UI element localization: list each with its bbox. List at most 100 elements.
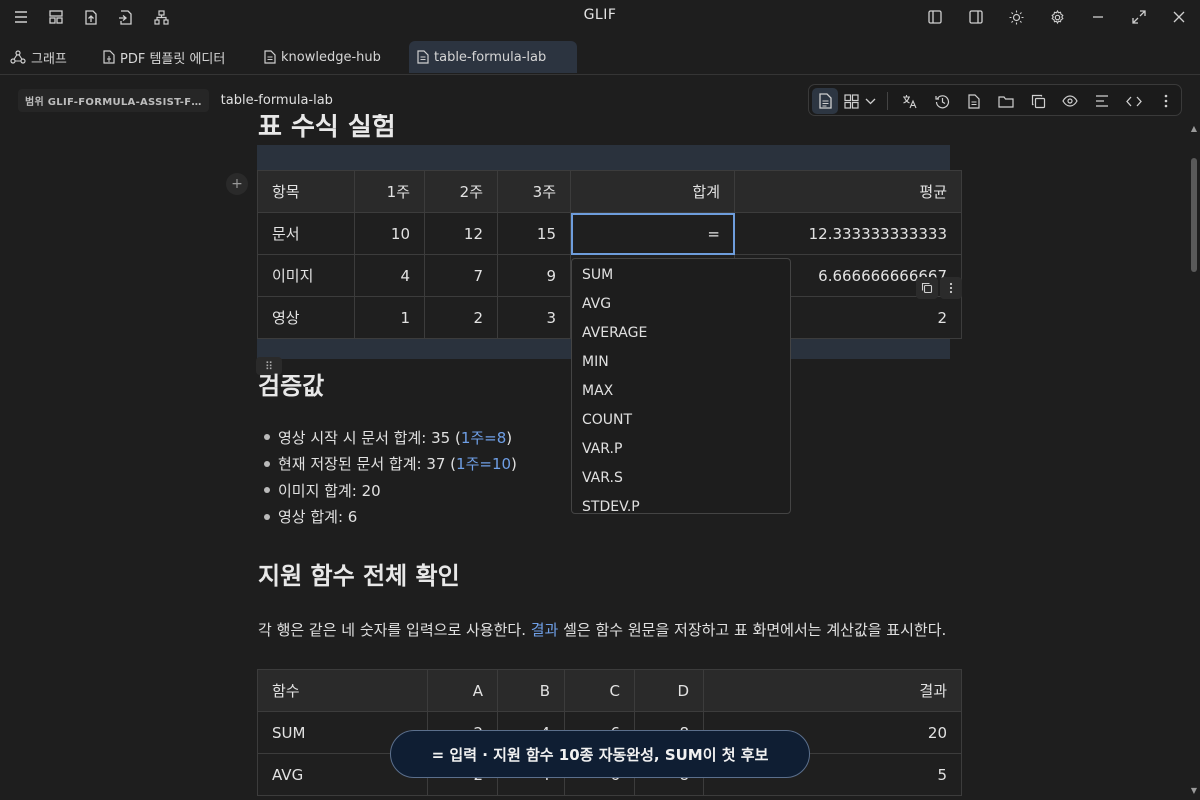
more-icon[interactable] xyxy=(1153,88,1179,114)
table-header-cell[interactable]: 1주 xyxy=(354,170,425,213)
tab-graph[interactable]: 그래프 xyxy=(2,41,75,73)
breadcrumb-scope[interactable]: 범위 GLIF-FORMULA-ASSIST-F… xyxy=(18,88,209,112)
list-item: 영상 시작 시 문서 합계: 35 (1주=8) xyxy=(258,424,517,451)
status-toast: = 입력 · 지원 함수 10종 자동완성, SUM이 첫 후보 xyxy=(390,730,810,778)
left-panel-icon[interactable] xyxy=(925,7,945,27)
autocomplete-item[interactable]: COUNT xyxy=(572,406,790,435)
chevron-down-icon[interactable] xyxy=(860,88,880,114)
table-cell[interactable]: 문서 xyxy=(257,212,355,255)
tab-label: knowledge-hub xyxy=(281,49,381,65)
tab-strip: 그래프 PDF 템플릿 에디터 knowledge-hub table-form… xyxy=(0,34,1200,75)
minimize-icon[interactable] xyxy=(1088,7,1108,27)
scrollbar-thumb[interactable] xyxy=(1191,158,1197,272)
tab-label: PDF 템플릿 에디터 xyxy=(120,51,226,67)
maximize-icon[interactable] xyxy=(1129,7,1149,27)
formula-autocomplete: SUM AVG AVERAGE MIN MAX COUNT VAR.P VAR.… xyxy=(571,258,791,514)
bullet-icon xyxy=(264,487,270,494)
breadcrumb-page[interactable]: table-formula-lab xyxy=(221,93,333,108)
verify-list: 영상 시작 시 문서 합계: 35 (1주=8) 현재 저장된 문서 합계: 3… xyxy=(258,424,517,530)
page-title: 표 수식 실험 xyxy=(258,112,396,142)
close-icon[interactable] xyxy=(1169,7,1189,27)
table-cell[interactable]: 7 xyxy=(424,254,498,297)
translate-icon[interactable] xyxy=(897,88,923,114)
table-header-cell[interactable]: D xyxy=(634,669,704,712)
table-cell[interactable]: 9 xyxy=(497,254,571,297)
list-item-text: 현재 저장된 문서 합계: 37 ( xyxy=(278,455,457,474)
table-header-row: 함수 A B C D 결과 xyxy=(257,669,962,712)
table-cell[interactable]: 1 xyxy=(354,296,425,339)
copy-icon[interactable] xyxy=(1025,88,1051,114)
paragraph-text: 셀은 함수 원문을 저장하고 표 화면에서는 계산값을 표시한다. xyxy=(558,621,947,639)
table-cell[interactable]: 4 xyxy=(354,254,425,297)
list-item: 이미지 합계: 20 xyxy=(258,477,517,504)
list-item-text: ) xyxy=(511,455,517,474)
page-icon[interactable] xyxy=(961,88,987,114)
document-icon xyxy=(417,50,429,64)
breadcrumb: 범위 GLIF-FORMULA-ASSIST-F… table-formula-… xyxy=(18,88,333,112)
editor-toolbar xyxy=(808,84,1182,116)
table-cell[interactable]: 3 xyxy=(497,296,571,339)
document-view-icon[interactable] xyxy=(812,88,838,114)
title-bar: GLIF xyxy=(0,0,1200,34)
eye-icon[interactable] xyxy=(1057,88,1083,114)
tab-pdf-template-editor[interactable]: PDF 템플릿 에디터 xyxy=(95,41,233,73)
autocomplete-item[interactable]: SUM xyxy=(572,261,790,290)
inline-link[interactable]: 결과 xyxy=(531,621,559,639)
section-heading: 검증값 xyxy=(258,372,325,400)
autocomplete-item[interactable]: VAR.P xyxy=(572,435,790,464)
paragraph-text: 각 행은 같은 네 숫자를 입력으로 사용한다. xyxy=(258,621,531,639)
table-header-cell[interactable]: A xyxy=(427,669,498,712)
inline-link[interactable]: 1주=10 xyxy=(456,455,511,473)
copy-icon[interactable] xyxy=(916,277,938,299)
scroll-up-icon[interactable]: ▲ xyxy=(1189,124,1199,136)
table-cell[interactable]: 15 xyxy=(497,212,571,255)
right-panel-icon[interactable] xyxy=(966,7,986,27)
bullet-icon xyxy=(264,434,270,441)
more-icon[interactable] xyxy=(940,277,962,299)
cell-toolbar xyxy=(916,277,962,299)
table-header-cell[interactable]: 합계 xyxy=(570,170,735,213)
add-row-button[interactable]: + xyxy=(226,173,248,195)
table-cell[interactable]: 영상 xyxy=(257,296,355,339)
table-header-cell[interactable]: 항목 xyxy=(257,170,355,213)
table-cell[interactable]: 12 xyxy=(424,212,498,255)
autocomplete-item[interactable]: AVG xyxy=(572,290,790,319)
code-icon[interactable] xyxy=(1121,88,1147,114)
section-heading: 지원 함수 전체 확인 xyxy=(258,562,460,590)
inline-link[interactable]: 1주=8 xyxy=(461,429,506,447)
table-header-cell[interactable]: 함수 xyxy=(257,669,428,712)
table-cell[interactable]: 이미지 xyxy=(257,254,355,297)
list-item-text: 영상 합계: 6 xyxy=(278,508,358,527)
autocomplete-item[interactable]: MIN xyxy=(572,348,790,377)
toolbar-divider xyxy=(887,92,888,110)
table-header-cell[interactable]: B xyxy=(497,669,565,712)
active-formula-cell[interactable]: = xyxy=(570,212,735,255)
bullet-icon xyxy=(264,513,270,520)
gear-icon[interactable] xyxy=(1047,7,1067,27)
table-header-cell[interactable]: 결과 xyxy=(703,669,962,712)
table-cell[interactable]: 10 xyxy=(354,212,425,255)
table-cell[interactable]: 12.333333333333 xyxy=(734,212,962,255)
tab-label: 그래프 xyxy=(31,51,67,67)
file-icon xyxy=(103,50,115,64)
list-item-text: ) xyxy=(506,428,513,447)
sun-icon[interactable] xyxy=(1006,7,1026,27)
align-icon[interactable] xyxy=(1089,88,1115,114)
table-header-cell[interactable]: 3주 xyxy=(497,170,571,213)
autocomplete-item[interactable]: VAR.S xyxy=(572,464,790,493)
tab-label: table-formula-lab xyxy=(434,49,547,65)
table-cell[interactable]: 2 xyxy=(424,296,498,339)
autocomplete-item[interactable]: STDEV.P xyxy=(572,493,790,513)
autocomplete-item[interactable]: AVERAGE xyxy=(572,319,790,348)
tab-knowledge-hub[interactable]: knowledge-hub xyxy=(256,41,389,73)
folder-icon[interactable] xyxy=(993,88,1019,114)
table-header-cell[interactable]: 2주 xyxy=(424,170,498,213)
table-header-cell[interactable]: 평균 xyxy=(734,170,962,213)
tab-table-formula-lab[interactable]: table-formula-lab xyxy=(409,41,577,73)
history-icon[interactable] xyxy=(929,88,955,114)
table-header-row: 항목 1주 2주 3주 합계 평균 xyxy=(257,170,962,213)
autocomplete-item[interactable]: MAX xyxy=(572,377,790,406)
table-header-cell[interactable]: C xyxy=(564,669,635,712)
scroll-down-icon[interactable]: ▼ xyxy=(1189,786,1199,798)
paragraph: 각 행은 같은 네 숫자를 입력으로 사용한다. 결과 셀은 함수 원문을 저장… xyxy=(258,619,946,640)
